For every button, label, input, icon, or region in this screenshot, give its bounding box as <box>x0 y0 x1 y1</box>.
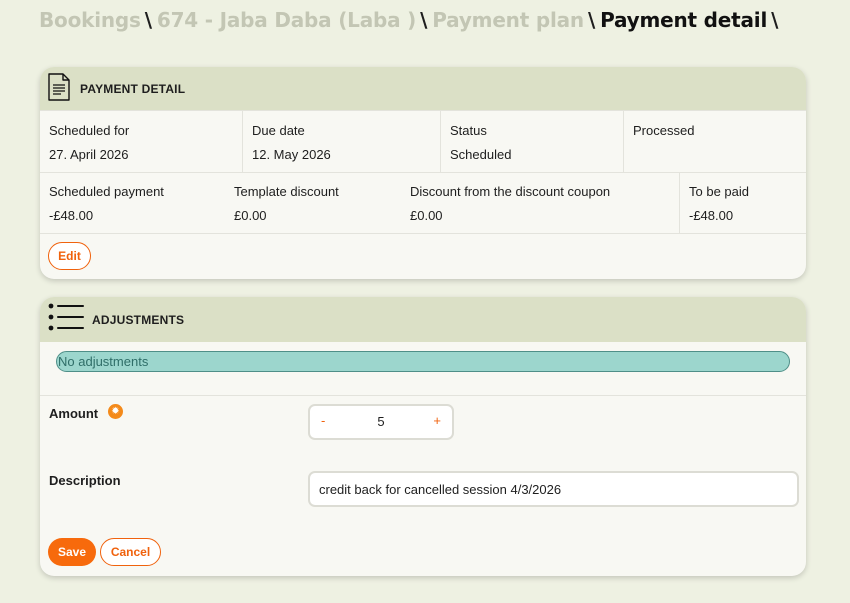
payment-detail-header: PAYMENT DETAIL <box>40 67 806 110</box>
due-date-cell: Due date 12. May 2026 <box>242 111 440 172</box>
adjustments-header: ADJUSTMENTS <box>40 297 806 342</box>
adjustments-card: ADJUSTMENTS No adjustments Amount ✹ - 5 … <box>40 297 806 576</box>
to-be-paid-value: -£48.00 <box>689 208 734 223</box>
scheduled-payment-cell: Scheduled payment -£48.00 <box>40 173 225 233</box>
processed-label: Processed <box>633 123 695 138</box>
payment-detail-title: PAYMENT DETAIL <box>80 81 186 96</box>
payment-detail-card: PAYMENT DETAIL Scheduled for 27. April 2… <box>40 67 806 279</box>
description-input[interactable]: credit back for cancelled session 4/3/20… <box>308 471 799 507</box>
amount-value[interactable]: 5 <box>310 414 452 429</box>
due-date-value: 12. May 2026 <box>252 147 331 162</box>
actions-row: Edit <box>40 233 806 279</box>
amounts-row: Scheduled payment -£48.00 Template disco… <box>40 172 806 233</box>
template-discount-label: Template discount <box>234 184 339 199</box>
coupon-discount-label: Discount from the discount coupon <box>410 184 611 199</box>
info-icon[interactable]: ✹ <box>108 404 123 419</box>
dates-row: Scheduled for 27. April 2026 Due date 12… <box>40 110 806 172</box>
increment-button[interactable]: + <box>433 413 441 428</box>
to-be-paid-label: To be paid <box>689 184 749 199</box>
list-icon <box>48 303 84 336</box>
breadcrumb-separator: \ <box>144 8 152 32</box>
status-label: Status <box>450 123 487 138</box>
scheduled-for-cell: Scheduled for 27. April 2026 <box>40 111 242 172</box>
amount-label: Amount <box>49 406 99 421</box>
breadcrumb-separator: \ <box>420 8 428 32</box>
save-button[interactable]: Save <box>48 538 96 566</box>
edit-button[interactable]: Edit <box>48 242 91 270</box>
breadcrumb-booking[interactable]: 674 - Jaba Daba (Laba ) <box>157 8 416 32</box>
scheduled-payment-value: -£48.00 <box>49 208 94 223</box>
status-value: Scheduled <box>450 147 512 162</box>
due-date-label: Due date <box>252 123 305 138</box>
scheduled-payment-label: Scheduled payment <box>49 184 164 199</box>
scheduled-for-label: Scheduled for <box>49 123 130 138</box>
description-label: Description <box>49 473 121 488</box>
breadcrumb-current: Payment detail <box>600 8 768 32</box>
divider <box>40 395 806 396</box>
amount-stepper: - 5 + <box>308 404 454 440</box>
status-cell: Status Scheduled <box>440 111 623 172</box>
breadcrumb-bookings[interactable]: Bookings <box>39 8 141 32</box>
coupon-discount-value: £0.00 <box>410 208 443 223</box>
adjustments-title: ADJUSTMENTS <box>92 312 185 327</box>
template-discount-value: £0.00 <box>234 208 267 223</box>
to-be-paid-cell: To be paid -£48.00 <box>679 173 806 233</box>
cancel-button[interactable]: Cancel <box>100 538 161 566</box>
processed-cell: Processed <box>623 111 806 172</box>
breadcrumb-payment-plan[interactable]: Payment plan <box>432 8 584 32</box>
coupon-discount-cell: Discount from the discount coupon £0.00 <box>401 173 679 233</box>
breadcrumb-separator: \ <box>771 8 779 32</box>
breadcrumb-separator: \ <box>587 8 596 32</box>
scheduled-for-value: 27. April 2026 <box>49 147 129 162</box>
document-icon <box>47 73 71 104</box>
template-discount-cell: Template discount £0.00 <box>225 173 401 233</box>
breadcrumb: Bookings \ 674 - Jaba Daba (Laba ) \ Payment… <box>39 8 783 32</box>
no-adjustments-notice: No adjustments <box>56 351 790 372</box>
